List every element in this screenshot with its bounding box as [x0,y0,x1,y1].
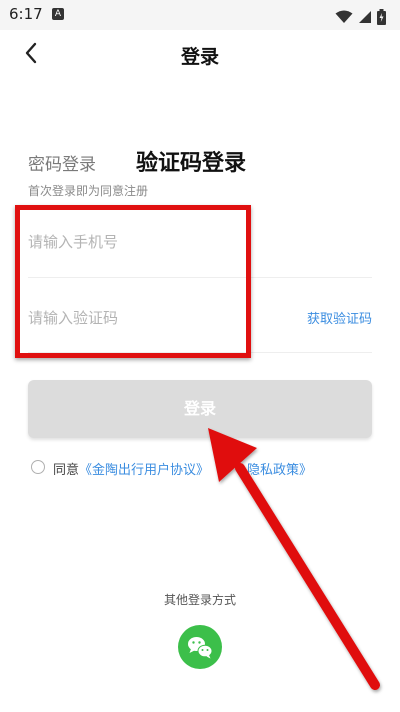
wechat-icon [188,637,213,659]
privacy-policy-link[interactable]: 隐私政策》 [247,463,312,478]
agreement-radio[interactable] [31,460,45,474]
battery-icon [377,8,386,25]
get-code-button[interactable]: 获取验证码 [307,308,372,327]
signal-icon [358,10,371,23]
app-header: 登录 [0,30,400,76]
login-button[interactable]: 登录 [28,380,372,438]
register-hint: 首次登录即为同意注册 [28,184,149,198]
notification-icon: A [52,8,64,20]
agreement-text: 同意《金陶出行用户协议》 隐私政策》 [53,459,312,478]
status-time: 6:17 [9,5,43,23]
status-icons [335,6,386,25]
wifi-icon [335,10,353,23]
annotation-highlight-box [15,205,251,358]
tab-password-login[interactable]: 密码登录 [28,150,96,175]
wechat-login-button[interactable] [178,625,222,669]
tab-sms-login[interactable]: 验证码登录 [136,145,246,177]
user-agreement-link[interactable]: 《金陶出行用户协议》 [79,463,209,478]
other-login-label: 其他登录方式 [163,593,236,607]
agreement-prefix: 同意 [53,463,80,478]
page-title: 登录 [180,46,219,68]
status-bar: 6:17 A [0,0,400,30]
